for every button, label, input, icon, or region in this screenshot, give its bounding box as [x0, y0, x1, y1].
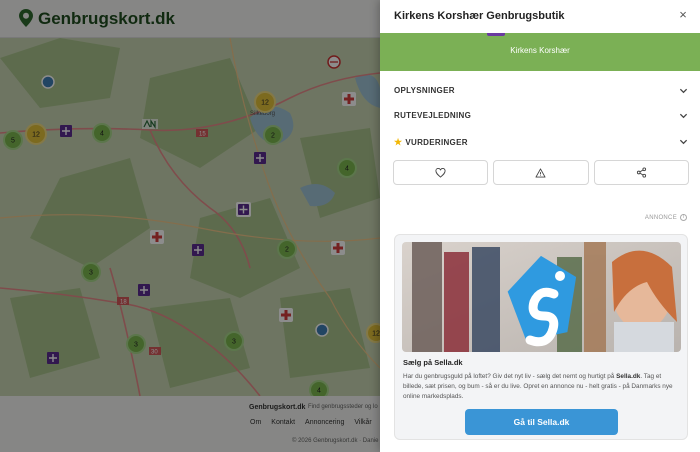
ad-label: ANNONCE i [645, 214, 687, 221]
star-icon: ★ [394, 137, 403, 147]
section-rutevejledning[interactable]: RUTEVEJLEDNING [394, 109, 688, 123]
store-logo-tab [487, 33, 505, 36]
store-detail-panel: Kirkens Korshær Genbrugsbutik × Kirkens … [380, 0, 700, 452]
ad-illustration [402, 242, 681, 352]
chevron-down-icon [679, 113, 688, 119]
ad-heading: Sælg på Sella.dk [403, 358, 463, 367]
section-label: RUTEVEJLEDNING [394, 111, 472, 120]
favorite-button[interactable] [393, 160, 489, 185]
page: Genbrugskort.dk 15 18 30 Silkeborg 5 12 … [0, 0, 700, 452]
ad-image[interactable] [402, 242, 681, 352]
section-oplysninger[interactable]: OPLYSNINGER [394, 84, 688, 98]
section-label: OPLYSNINGER [394, 86, 455, 95]
warning-icon [535, 167, 546, 178]
chevron-down-icon [679, 139, 688, 145]
panel-title: Kirkens Korshær Genbrugsbutik [394, 10, 565, 22]
close-icon[interactable]: × [676, 8, 690, 22]
store-name: Kirkens Korshær [510, 46, 570, 55]
report-button[interactable] [493, 160, 589, 185]
store-banner: Kirkens Korshær [380, 33, 700, 71]
ad-card[interactable]: Sælg på Sella.dk Har du genbrugsguld på … [394, 234, 688, 440]
section-label: VURDERINGER [405, 138, 468, 147]
section-vurderinger[interactable]: ★ VURDERINGER [394, 135, 688, 149]
share-icon [636, 167, 646, 178]
info-icon[interactable]: i [680, 214, 687, 221]
share-button[interactable] [593, 160, 689, 185]
action-buttons [393, 160, 689, 185]
ad-body: Har du genbrugsguld på loftet? Giv det n… [403, 373, 673, 400]
chevron-down-icon [679, 88, 688, 94]
ad-cta-button[interactable]: Gå til Sella.dk [465, 409, 618, 435]
heart-icon [435, 167, 446, 178]
